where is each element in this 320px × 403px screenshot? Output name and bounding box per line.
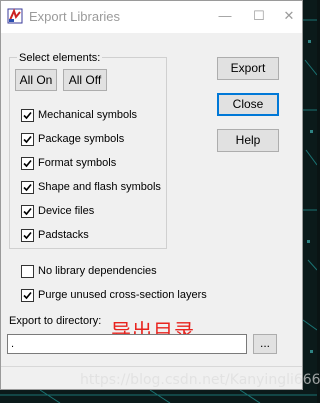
checkbox-label: Mechanical symbols [38, 109, 138, 121]
all-on-button[interactable]: All On [15, 69, 57, 91]
checkbox-label: Format symbols [38, 157, 117, 169]
checkbox[interactable] [21, 264, 34, 278]
browse-button[interactable]: ... [253, 334, 277, 354]
checkbox[interactable] [21, 288, 34, 302]
checkbox-label: Padstacks [38, 229, 89, 241]
checkbox[interactable] [21, 228, 34, 242]
minimize-icon[interactable]: — [211, 5, 239, 27]
checkbox-row-element-2[interactable]: Format symbols [21, 155, 116, 171]
checkbox-row-option-1[interactable]: Purge unused cross-section layers [21, 287, 207, 303]
close-icon[interactable]: ✕ [275, 5, 303, 27]
checkbox-row-element-4[interactable]: Device files [21, 203, 94, 219]
checkbox-row-element-5[interactable]: Padstacks [21, 227, 89, 243]
watermark: https://blog.csdn.net/Kanyingli666 [80, 372, 320, 388]
checkbox-label: Package symbols [38, 133, 125, 145]
checkbox-row-element-3[interactable]: Shape and flash symbols [21, 179, 161, 195]
window-title: Export Libraries [29, 9, 121, 24]
checkbox[interactable] [21, 180, 34, 194]
export-directory-label: Export to directory: [9, 315, 102, 327]
export-libraries-dialog: Export Libraries — ☐ ✕ Select elements: … [0, 0, 303, 390]
checkbox-label: Shape and flash symbols [38, 181, 161, 193]
checkbox-label: Device files [38, 205, 95, 217]
checkbox[interactable] [21, 156, 34, 170]
app-icon [7, 8, 23, 24]
divider [1, 366, 302, 367]
maximize-icon[interactable]: ☐ [245, 5, 273, 27]
select-elements-label: Select elements: [17, 52, 103, 64]
close-button[interactable]: Close [217, 93, 279, 116]
checkbox[interactable] [21, 108, 34, 122]
checkbox-row-option-0[interactable]: No library dependencies [21, 263, 157, 279]
export-directory-input[interactable] [7, 334, 247, 354]
help-button[interactable]: Help [217, 129, 279, 152]
title-bar[interactable]: Export Libraries — ☐ ✕ [1, 1, 302, 33]
checkbox-label: No library dependencies [38, 265, 157, 277]
export-button[interactable]: Export [217, 57, 279, 80]
checkbox[interactable] [21, 132, 34, 146]
all-off-button[interactable]: All Off [63, 69, 107, 91]
checkbox-row-element-0[interactable]: Mechanical symbols [21, 107, 137, 123]
checkbox-label: Purge unused cross-section layers [38, 289, 207, 301]
checkbox-row-element-1[interactable]: Package symbols [21, 131, 124, 147]
checkbox[interactable] [21, 204, 34, 218]
